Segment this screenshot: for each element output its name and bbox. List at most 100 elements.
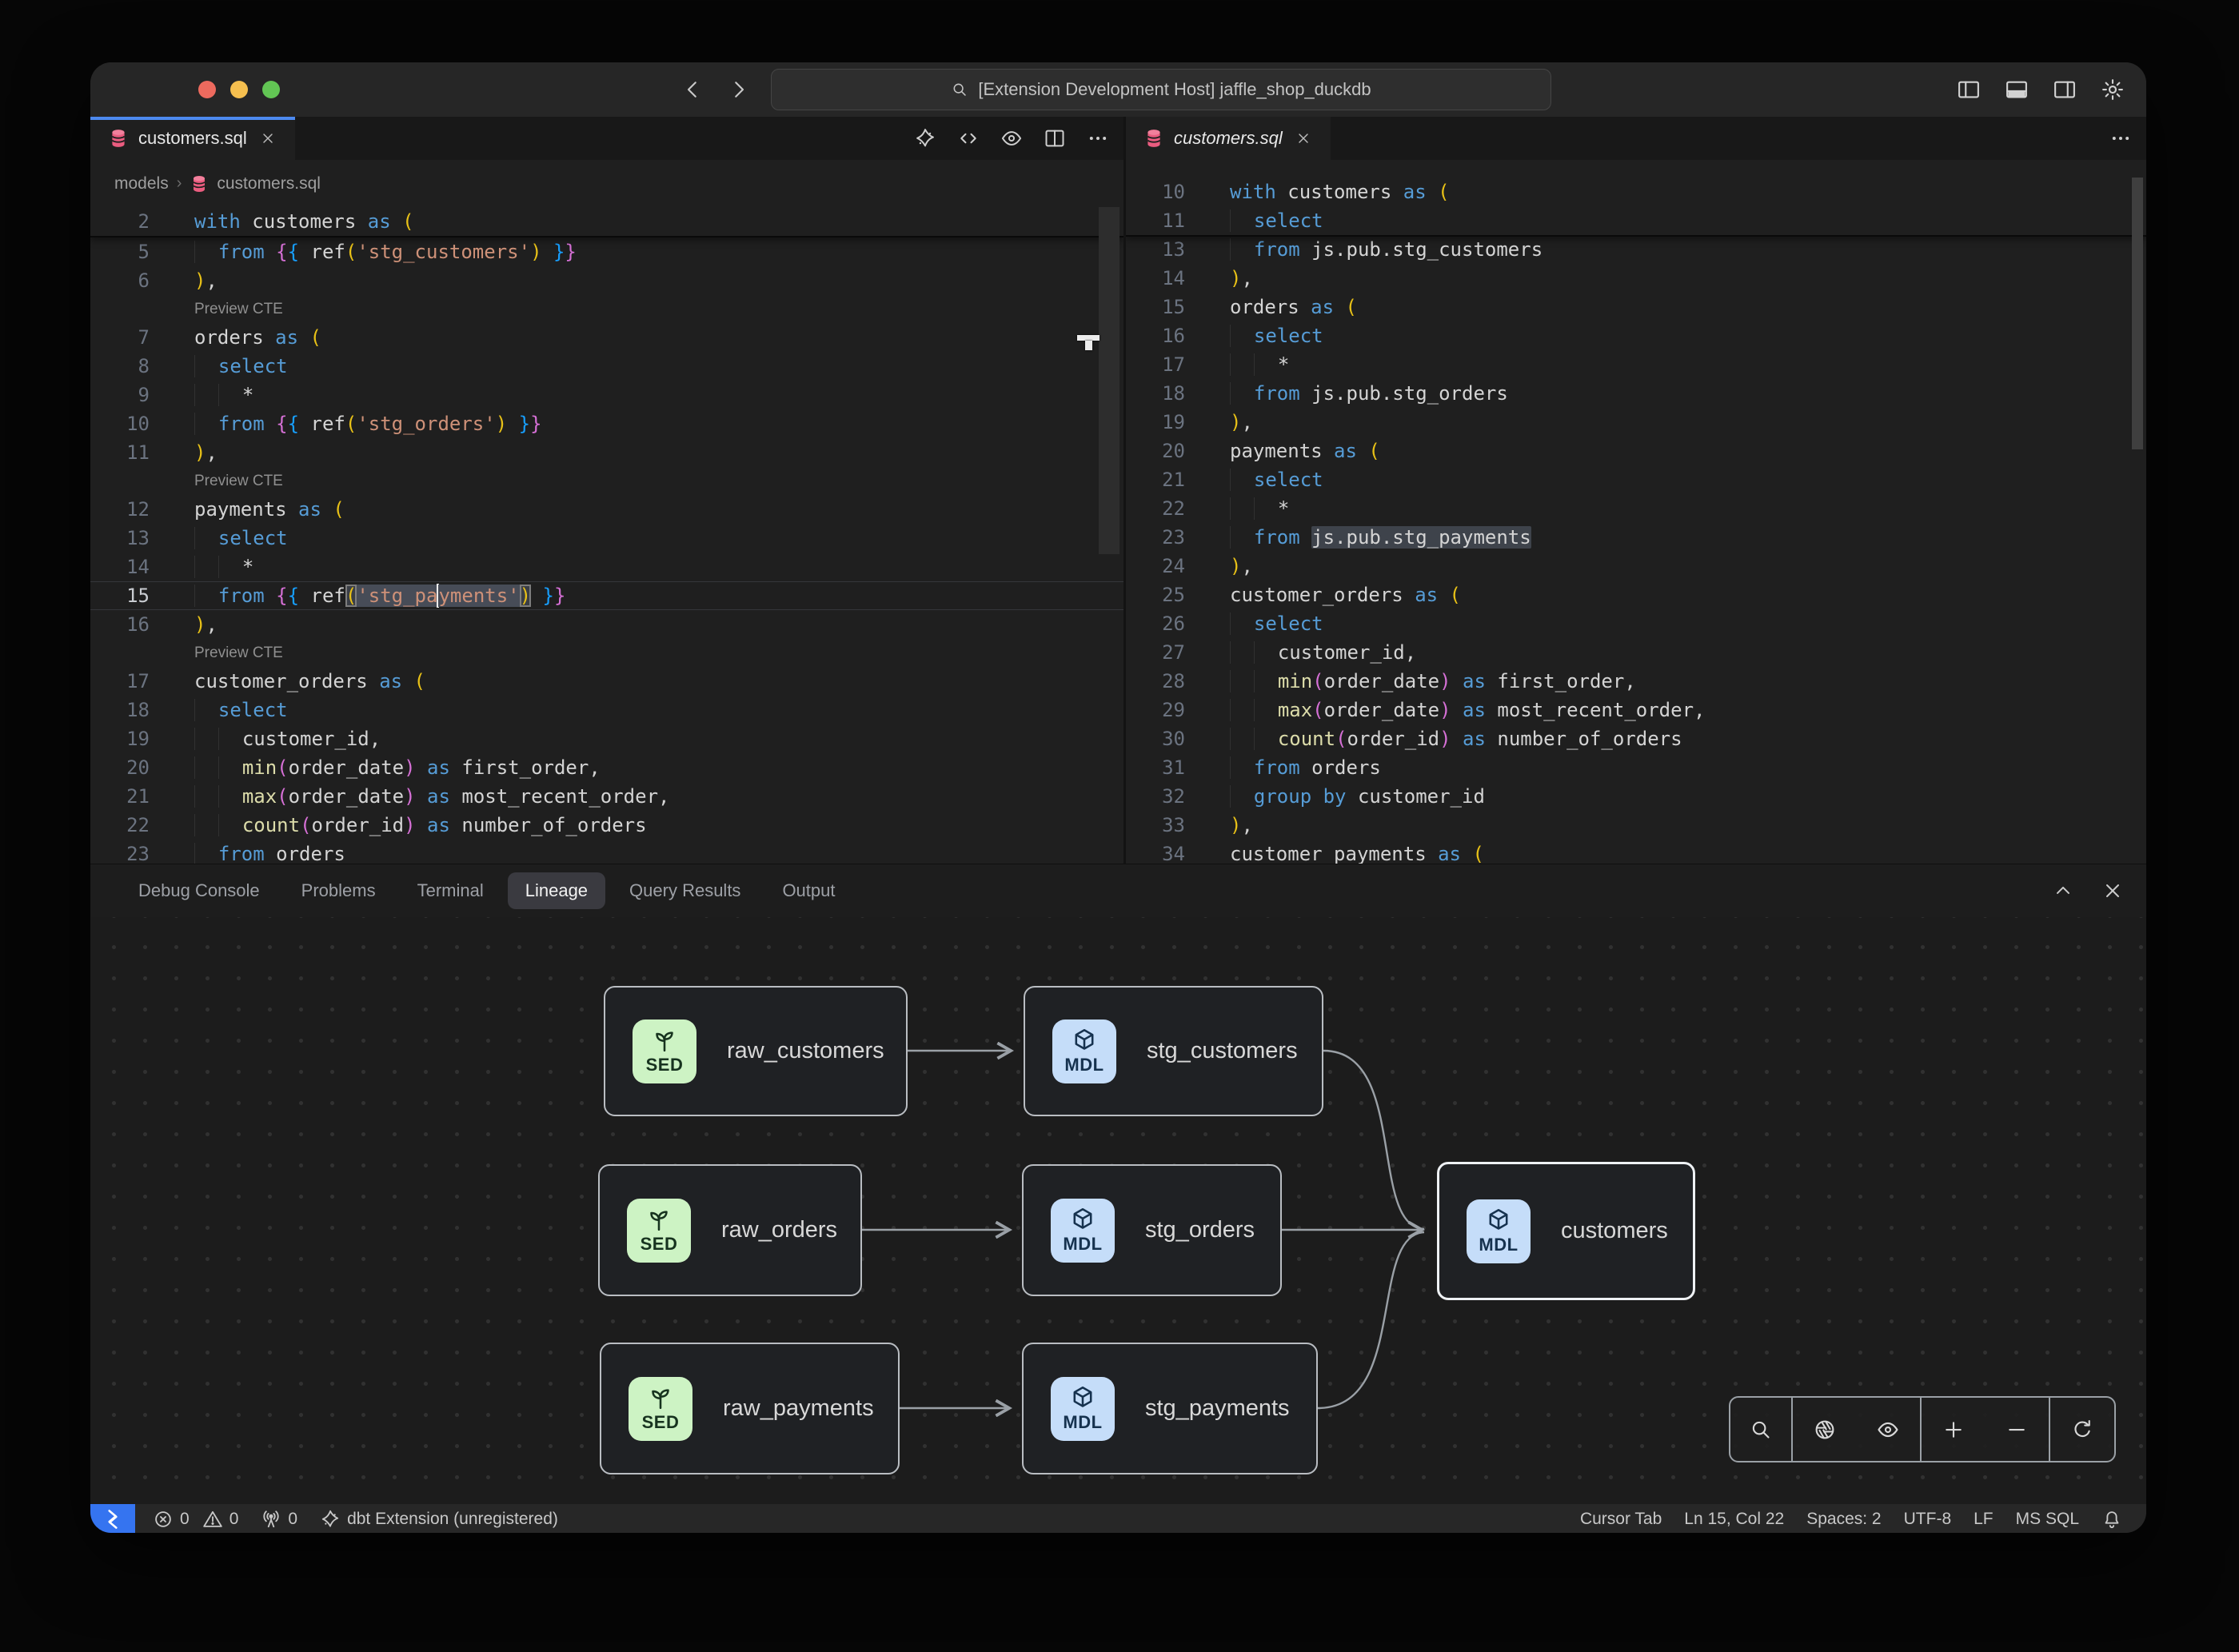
cube-icon bbox=[1069, 1206, 1096, 1233]
layout-panel-button[interactable] bbox=[2001, 74, 2033, 106]
line-number: 22 bbox=[90, 814, 150, 836]
status-item-lf[interactable]: LF bbox=[1962, 1504, 2005, 1533]
code-line: 33), bbox=[1126, 811, 2146, 840]
code-editor-left[interactable]: 5 from {{ ref('stg_customers') }}6),Prev… bbox=[90, 207, 1123, 864]
panel-tab-output[interactable]: Output bbox=[764, 872, 852, 909]
code-line: 34customer_payments as ( bbox=[1126, 840, 2146, 864]
code-line: 12payments as ( bbox=[90, 495, 1123, 524]
breadcrumb-item[interactable]: models bbox=[114, 174, 169, 194]
ellipsis-action-button[interactable] bbox=[2106, 124, 2135, 153]
remote-indicator[interactable] bbox=[90, 1504, 135, 1533]
navigate-back-button[interactable] bbox=[678, 74, 707, 106]
code-text: select bbox=[1185, 321, 1323, 350]
dbt-action-button[interactable] bbox=[911, 124, 940, 153]
code-text: from {{ ref('stg_payments') }} bbox=[150, 581, 565, 610]
lineage-search-button[interactable] bbox=[1735, 1399, 1786, 1459]
ellipsis-action-button[interactable] bbox=[1084, 124, 1112, 153]
traffic-zoom-button[interactable] bbox=[262, 81, 280, 98]
eye-action-button[interactable] bbox=[997, 124, 1026, 153]
code-text: count(order_id) as number_of_orders bbox=[1185, 724, 1682, 753]
code-line: 17 * bbox=[1126, 350, 2146, 379]
panel-close-button[interactable] bbox=[2098, 876, 2127, 905]
lineage-node-raw_customers[interactable]: SEDraw_customers bbox=[604, 986, 908, 1116]
tab-close-button[interactable] bbox=[1292, 127, 1315, 150]
status-item[interactable] bbox=[2090, 1504, 2133, 1533]
tab-close-button[interactable] bbox=[257, 127, 279, 150]
code-lens-line[interactable]: Preview CTE bbox=[90, 295, 1123, 323]
status-item-ln-15-col-22[interactable]: Ln 15, Col 22 bbox=[1673, 1504, 1795, 1533]
status-item-dbt-extension-unregistered-[interactable]: dbt Extension (unregistered) bbox=[309, 1504, 569, 1533]
status-item-spaces-2[interactable]: Spaces: 2 bbox=[1795, 1504, 1892, 1533]
zoom-in-button[interactable] bbox=[1928, 1399, 1979, 1459]
badge-label: SED bbox=[642, 1412, 680, 1433]
tab-customers.sql[interactable]: customers.sql bbox=[1126, 117, 1331, 160]
panel-tab-debug-console[interactable]: Debug Console bbox=[121, 872, 277, 909]
lineage-node-stg_customers[interactable]: MDLstg_customers bbox=[1024, 986, 1323, 1116]
lineage-node-stg_payments[interactable]: MDLstg_payments bbox=[1022, 1343, 1318, 1474]
line-number: 18 bbox=[1126, 382, 1185, 405]
status-item-0[interactable]: 0 bbox=[201, 1504, 250, 1533]
line-number: 8 bbox=[90, 355, 150, 377]
panel-tab-terminal[interactable]: Terminal bbox=[400, 872, 501, 909]
lineage-node-stg_orders[interactable]: MDLstg_orders bbox=[1022, 1164, 1282, 1296]
lineage-node-raw_payments[interactable]: SEDraw_payments bbox=[600, 1343, 900, 1474]
navigate-forward-button[interactable] bbox=[724, 74, 753, 106]
line-number: 10 bbox=[1126, 181, 1185, 203]
lineage-node-raw_orders[interactable]: SEDraw_orders bbox=[598, 1164, 862, 1296]
status-text: 0 bbox=[288, 1510, 297, 1529]
code-text: customer_payments as ( bbox=[1185, 840, 1484, 864]
editor-scrollbar-right[interactable] bbox=[2132, 178, 2143, 449]
panel-maximize-button[interactable] bbox=[2049, 876, 2077, 905]
status-item-ms-sql[interactable]: MS SQL bbox=[2005, 1504, 2090, 1533]
layout-sidebar-left-button[interactable] bbox=[1953, 74, 1985, 106]
line-number: 16 bbox=[90, 613, 150, 636]
code-action-button[interactable] bbox=[954, 124, 983, 153]
dbt-icon bbox=[914, 127, 936, 150]
line-number: 24 bbox=[1126, 555, 1185, 577]
line-number: 14 bbox=[1126, 267, 1185, 289]
editor-scrollbar-left[interactable] bbox=[1099, 207, 1120, 554]
status-item-utf-8[interactable]: UTF-8 bbox=[1893, 1504, 1963, 1533]
panel-tab-lineage[interactable]: Lineage bbox=[508, 872, 605, 909]
line-number: 21 bbox=[90, 785, 150, 808]
zoom-out-button[interactable] bbox=[1991, 1399, 2042, 1459]
ellipsis-icon bbox=[2109, 127, 2132, 150]
command-center-search[interactable]: [Extension Development Host] jaffle_shop… bbox=[771, 69, 1551, 110]
toolbar-group bbox=[1793, 1398, 1922, 1461]
status-text: Cursor Tab bbox=[1580, 1510, 1662, 1529]
line-number: 33 bbox=[1126, 814, 1185, 836]
code-text: max(order_date) as most_recent_order, bbox=[150, 782, 669, 811]
code-lens-line[interactable]: Preview CTE bbox=[90, 639, 1123, 667]
code-editor-right[interactable]: 13 from js.pub.stg_customers14),15orders… bbox=[1126, 160, 2146, 864]
traffic-close-button[interactable] bbox=[198, 81, 216, 98]
lineage-visibility-button[interactable] bbox=[1862, 1399, 1914, 1459]
panel-tab-problems[interactable]: Problems bbox=[284, 872, 393, 909]
lineage-canvas[interactable]: SEDraw_customers MDLstg_customers SEDraw_o… bbox=[90, 917, 2146, 1504]
gear-button[interactable] bbox=[2097, 74, 2129, 106]
status-item-cursor-tab[interactable]: Cursor Tab bbox=[1569, 1504, 1673, 1533]
code-text: customer_id, bbox=[150, 724, 381, 753]
split-action-button[interactable] bbox=[1040, 124, 1069, 153]
code-text: from {{ ref('stg_orders') }} bbox=[150, 409, 542, 438]
code-line: 16), bbox=[90, 610, 1123, 639]
code-lens-label: Preview CTE bbox=[150, 295, 283, 323]
code-lens-line[interactable]: Preview CTE bbox=[90, 467, 1123, 495]
breadcrumb[interactable]: models›customers.sql bbox=[90, 160, 1123, 207]
breadcrumb-item[interactable]: customers.sql bbox=[217, 174, 321, 194]
status-item-0[interactable]: 0 bbox=[142, 1504, 201, 1533]
status-item-0[interactable]: 0 bbox=[249, 1504, 309, 1533]
code-text: with customers as ( bbox=[1185, 178, 1450, 206]
code-text: min(order_date) as first_order, bbox=[1185, 667, 1636, 696]
lineage-aperture-button[interactable] bbox=[1799, 1399, 1850, 1459]
code-text: payments as ( bbox=[1185, 437, 1380, 465]
lineage-node-customers[interactable]: MDLcustomers bbox=[1437, 1162, 1695, 1300]
code-line: 18 from js.pub.stg_orders bbox=[1126, 379, 2146, 408]
code-line: 20 min(order_date) as first_order, bbox=[90, 753, 1123, 782]
layout-sidebar-right-button[interactable] bbox=[2049, 74, 2081, 106]
code-line: 20payments as ( bbox=[1126, 437, 2146, 465]
refresh-button[interactable] bbox=[2057, 1399, 2108, 1459]
code-line: 13 from js.pub.stg_customers bbox=[1126, 235, 2146, 264]
panel-tab-query-results[interactable]: Query Results bbox=[612, 872, 758, 909]
tab-customers.sql[interactable]: customers.sql bbox=[90, 117, 295, 160]
traffic-minimize-button[interactable] bbox=[230, 81, 248, 98]
